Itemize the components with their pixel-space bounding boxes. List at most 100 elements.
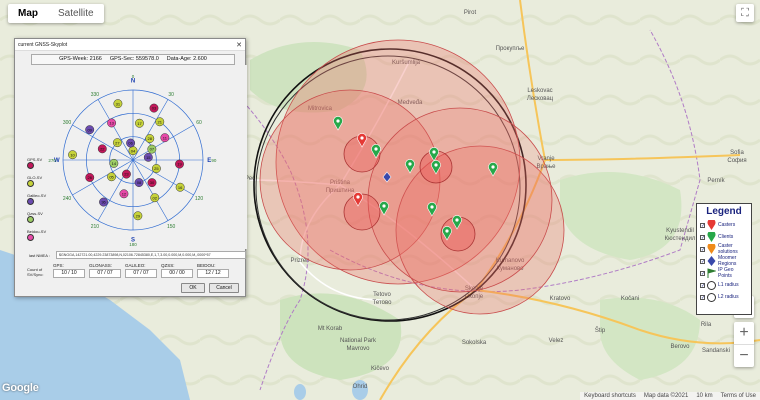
legend-item[interactable]: ✓ Moomer Regions <box>700 255 748 267</box>
dialog-titlebar[interactable]: current GNSS-Skyplot ✕ <box>15 39 245 51</box>
legend-item[interactable]: ✓ Casters <box>700 219 748 231</box>
satellite-marker[interactable]: 36 <box>99 197 109 207</box>
map-place-label: Mt Korab <box>318 326 343 332</box>
legend-checkbox[interactable]: ✓ <box>700 270 705 276</box>
legend-item[interactable]: ✓ L1 radius <box>700 279 748 291</box>
satellite-id: 02 <box>153 195 158 200</box>
map-place-label: Pirot <box>464 10 477 16</box>
legend-checkbox[interactable]: ✓ <box>700 282 705 288</box>
legend-label: L1 radius <box>718 282 739 288</box>
map-type-map-button[interactable]: Map <box>8 4 48 23</box>
map-place-label: Кюстендил <box>665 236 696 242</box>
gps-sec-value: 559578.0 <box>135 56 159 62</box>
lake <box>294 384 306 400</box>
azimuth-label: 60 <box>196 120 202 126</box>
close-icon[interactable]: ✕ <box>236 41 242 49</box>
satellite-marker[interactable]: 09 <box>85 125 95 135</box>
azimuth-label: 240 <box>63 196 72 202</box>
satellite-marker[interactable]: 11 <box>160 133 170 143</box>
count-column: GPS: 10 / 10 <box>53 263 85 278</box>
map-place-label: Berovo <box>670 344 690 350</box>
count-title: GALILEO: <box>125 263 146 268</box>
map-type-satellite-button[interactable]: Satellite <box>48 4 104 23</box>
satellite-marker[interactable]: 23 <box>121 169 131 179</box>
coverage-circle <box>367 107 553 293</box>
diamond-marker-icon <box>707 256 716 266</box>
satellite-id: 16 <box>178 185 183 190</box>
count-value: 07 / 07 <box>89 269 121 278</box>
satellite-marker[interactable]: 27 <box>112 138 122 148</box>
satellite-marker[interactable]: 16 <box>175 182 185 192</box>
terms-link[interactable]: Terms of Use <box>721 393 756 399</box>
google-logo[interactable]: Google <box>2 382 39 394</box>
satellite-marker[interactable]: 15 <box>143 152 153 162</box>
satellite-marker[interactable]: 19 <box>175 159 184 169</box>
legend-item[interactable]: ✓ Clients <box>700 231 748 243</box>
satellite-marker[interactable]: 30 <box>147 178 157 188</box>
satellite-marker[interactable]: 21 <box>155 117 165 127</box>
satellite-marker[interactable]: 08 <box>134 178 144 187</box>
count-title: QZSS: <box>161 263 175 268</box>
lake <box>352 380 368 400</box>
keyboard-shortcuts-link[interactable]: Keyboard shortcuts <box>584 393 636 399</box>
compass-degree-label: 270 <box>48 158 56 163</box>
satellite-marker[interactable]: 25 <box>151 164 161 173</box>
map-place-label: Sofia <box>730 150 744 156</box>
map-place-label: Kyustendil <box>666 228 694 234</box>
legend-item[interactable]: ✓ L2 radius <box>700 291 748 303</box>
sv-system-dot <box>27 180 34 187</box>
legend-checkbox[interactable]: ✓ <box>700 294 705 300</box>
zoom-out-button[interactable]: − <box>734 345 754 367</box>
satellite-marker[interactable]: 07 <box>147 144 157 154</box>
satellite-marker[interactable]: 02 <box>150 193 160 203</box>
satellite-marker[interactable]: 17 <box>135 118 144 128</box>
pin-icon <box>707 244 716 254</box>
count-value: 12 / 12 <box>197 269 229 278</box>
satellite-marker[interactable]: 28 <box>145 134 155 143</box>
legend-label: L2 radius <box>718 294 739 300</box>
scale-text[interactable]: 10 km <box>696 393 712 399</box>
zoom-in-button[interactable]: + <box>734 322 754 344</box>
legend-label: Caster solutions <box>718 243 738 255</box>
gps-week-value: 2166 <box>89 56 102 62</box>
nmea-field[interactable]: $GNGGA,142721.00,4229.23873898,N,02106.7… <box>56 251 246 259</box>
satellite-marker[interactable]: 12 <box>119 189 129 199</box>
satellite-marker[interactable]: 10 <box>68 150 78 160</box>
fullscreen-button[interactable]: ⛶ <box>736 4 754 22</box>
ok-button[interactable]: OK <box>181 283 205 293</box>
map-data-text: Map data ©2021 <box>643 393 689 399</box>
satellite-marker[interactable]: 13 <box>107 118 117 128</box>
satellite-marker[interactable]: 14 <box>109 158 119 168</box>
satellite-marker[interactable]: 29 <box>133 211 143 221</box>
map-place-label: Sokolska <box>462 340 487 346</box>
dialog-title: current GNSS-Skyplot <box>18 41 68 48</box>
map-place-label: Kočani <box>621 296 639 302</box>
satellite-marker[interactable]: 22 <box>97 144 107 154</box>
map-place-label: Tetovo <box>373 292 391 298</box>
compass-degree-label: 90 <box>211 158 217 163</box>
satellite-id: 23 <box>124 172 129 177</box>
fullscreen-icon: ⛶ <box>741 7 749 19</box>
legend-item[interactable]: ✓ IP Geo Points <box>700 267 748 279</box>
cancel-button[interactable]: Cancel <box>209 283 239 293</box>
satellite-id: 30 <box>150 180 155 185</box>
satellite-id: 19 <box>177 162 182 167</box>
legend-checkbox[interactable]: ✓ <box>700 246 705 252</box>
map-place-label: Štip <box>595 327 606 334</box>
compass-degree-label: 180 <box>129 242 137 247</box>
satellite-id: 08 <box>137 180 142 185</box>
legend-checkbox[interactable]: ✓ <box>700 222 705 228</box>
legend-checkbox[interactable]: ✓ <box>700 234 705 240</box>
satellite-id: 36 <box>101 200 106 205</box>
satellite-marker[interactable]: 04 <box>128 146 138 156</box>
legend-item[interactable]: ✓ Caster solutions <box>700 243 748 255</box>
satellite-marker[interactable]: 05 <box>107 172 116 182</box>
satellite-marker[interactable]: 03 <box>149 103 159 113</box>
satellite-marker[interactable]: 06 <box>126 138 136 148</box>
satellite-marker[interactable]: 31 <box>113 99 123 109</box>
map-place-label: София <box>727 158 746 164</box>
satellite-id: 21 <box>158 119 163 124</box>
legend-checkbox[interactable]: ✓ <box>700 258 705 264</box>
map-place-label: Perník <box>707 178 725 184</box>
satellite-marker[interactable]: 26 <box>85 173 95 182</box>
